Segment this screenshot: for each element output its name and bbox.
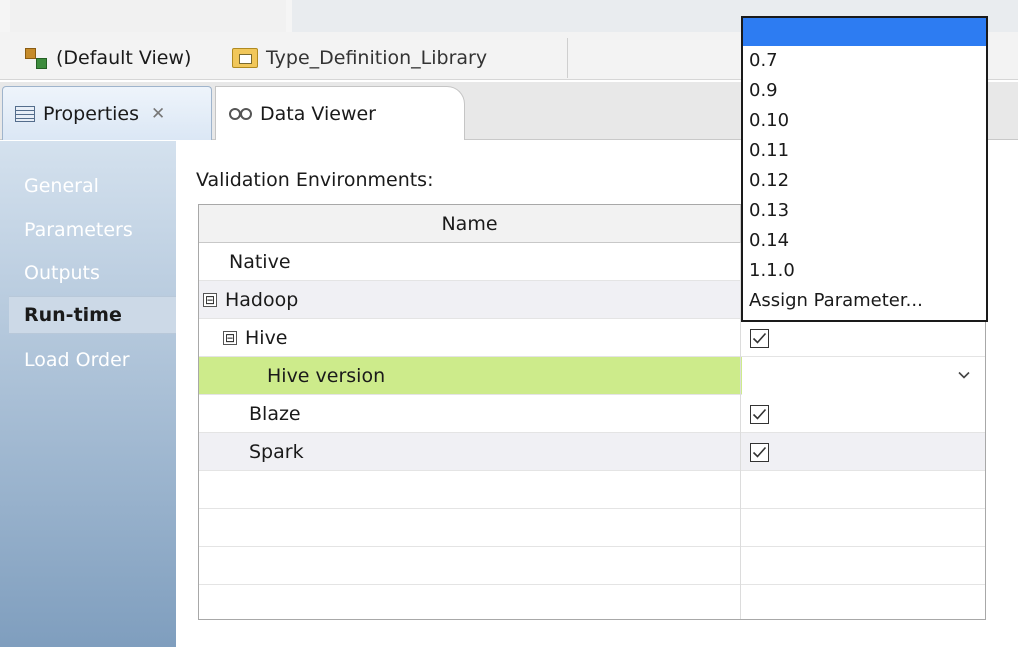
dropdown-option[interactable]: 0.11 — [743, 136, 986, 166]
row-name-cell — [199, 585, 741, 619]
table-row-empty — [199, 547, 985, 585]
table-row-spark[interactable]: Spark — [199, 433, 985, 471]
dropdown-option[interactable]: 0.9 — [743, 76, 986, 106]
tab-properties-label: Properties — [43, 102, 140, 125]
properties-sidebar: General Parameters Outputs Run-time Load… — [0, 141, 176, 647]
top-strip-left — [10, 0, 286, 32]
tab-data-viewer-label: Data Viewer — [260, 102, 376, 125]
row-name-cell: Hive version — [199, 357, 741, 395]
row-label: Hive version — [267, 365, 386, 387]
dropdown-option-blank[interactable] — [743, 18, 986, 46]
blaze-checkbox[interactable] — [750, 404, 769, 424]
row-label: Hadoop — [225, 289, 299, 311]
collapse-icon[interactable]: ⊟ — [203, 293, 217, 307]
sidebar-item-outputs[interactable]: Outputs — [0, 254, 176, 292]
dropdown-option[interactable]: 0.12 — [743, 166, 986, 196]
sidebar-item-load-order[interactable]: Load Order — [0, 341, 176, 379]
dropdown-option[interactable]: 0.10 — [743, 106, 986, 136]
sidebar-item-parameters[interactable]: Parameters — [0, 211, 176, 249]
dropdown-option-assign-parameter[interactable]: Assign Parameter... — [743, 286, 986, 316]
sidebar-item-run-time[interactable]: Run-time — [9, 296, 176, 334]
tab-type-definition-library[interactable]: Type_Definition_Library — [222, 38, 568, 78]
hive-checkbox[interactable] — [750, 328, 769, 348]
row-value-cell — [742, 433, 985, 471]
sidebar-item-general[interactable]: General — [0, 167, 176, 205]
row-name-cell — [199, 509, 741, 547]
tab-properties[interactable]: Properties ✕ — [2, 86, 212, 140]
row-value-cell — [742, 395, 985, 433]
library-icon — [232, 48, 258, 68]
table-row-empty — [199, 509, 985, 547]
column-header-name[interactable]: Name — [199, 205, 741, 243]
data-viewer-icon — [228, 105, 252, 123]
dropdown-option[interactable]: 1.1.0 — [743, 256, 986, 286]
chevron-down-icon[interactable] — [957, 368, 971, 382]
row-label: Spark — [249, 441, 304, 463]
row-label: Blaze — [249, 403, 301, 425]
close-icon[interactable]: ✕ — [151, 104, 165, 124]
row-name-cell: ⊟ Hive — [199, 319, 741, 357]
table-row-hive-version[interactable]: Hive version — [199, 357, 985, 395]
hive-version-select[interactable] — [742, 357, 985, 395]
row-name-cell: Blaze — [199, 395, 741, 433]
row-label: Native — [229, 251, 291, 273]
row-name-cell: Spark — [199, 433, 741, 471]
mapping-icon — [24, 47, 48, 69]
dropdown-option[interactable]: 0.13 — [743, 196, 986, 226]
table-row-empty — [199, 471, 985, 509]
dropdown-option[interactable]: 0.14 — [743, 226, 986, 256]
tab-default-view[interactable]: (Default View) — [14, 38, 222, 78]
row-name-cell — [199, 471, 741, 509]
row-name-cell: Native — [199, 243, 741, 281]
row-name-cell — [199, 547, 741, 585]
table-row-empty — [199, 585, 985, 619]
table-row-blaze[interactable]: Blaze — [199, 395, 985, 433]
hive-version-dropdown-list: 0.7 0.9 0.10 0.11 0.12 0.13 0.14 1.1.0 A… — [741, 16, 988, 322]
tab-data-viewer[interactable]: Data Viewer — [215, 86, 465, 140]
validation-environments-label: Validation Environments: — [196, 169, 434, 191]
row-label: Hive — [245, 327, 288, 349]
dropdown-option[interactable]: 0.7 — [743, 46, 986, 76]
table-row-hive[interactable]: ⊟ Hive — [199, 319, 985, 357]
row-value-cell — [742, 319, 985, 357]
properties-icon — [15, 105, 35, 122]
row-name-cell: ⊟ Hadoop — [199, 281, 741, 319]
spark-checkbox[interactable] — [750, 442, 769, 462]
tab-type-definition-library-label: Type_Definition_Library — [266, 47, 488, 69]
collapse-icon[interactable]: ⊟ — [223, 331, 237, 345]
tab-default-view-label: (Default View) — [56, 47, 192, 69]
